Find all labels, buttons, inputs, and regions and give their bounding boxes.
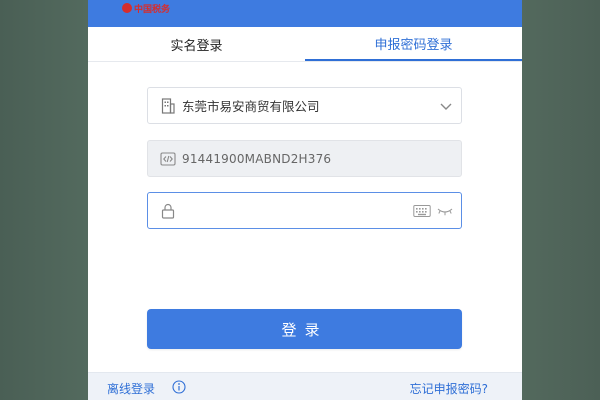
tab-real-name-login[interactable]: 实名登录 xyxy=(88,27,305,61)
password-input[interactable] xyxy=(182,194,413,227)
company-name: 东莞市易安商贸有限公司 xyxy=(182,99,320,114)
keyboard-icon[interactable] xyxy=(413,204,431,218)
tab-declaration-password-login[interactable]: 申报密码登录 xyxy=(305,27,522,61)
emblem-icon xyxy=(122,3,132,13)
chevron-down-icon[interactable] xyxy=(439,99,453,113)
offline-login-link[interactable]: 离线登录 xyxy=(107,380,155,397)
password-field[interactable] xyxy=(147,192,462,229)
code-icon xyxy=(160,151,176,167)
login-panel: 中国税务 实名登录 申报密码登录 东莞市易安商贸有限公司 91441900MAB… xyxy=(88,0,522,400)
background-right xyxy=(522,0,600,400)
tax-code-field: 91441900MABND2H376 xyxy=(147,140,462,177)
forgot-password-link[interactable]: 忘记申报密码? xyxy=(410,380,488,397)
login-tabs: 实名登录 申报密码登录 xyxy=(88,27,522,62)
logo-text: 中国税务 xyxy=(134,4,171,15)
footer-bar: 离线登录 忘记申报密码? xyxy=(88,372,522,400)
header-bar: 中国税务 xyxy=(88,0,522,27)
tax-code-value: 91441900MABND2H376 xyxy=(182,151,332,166)
info-icon[interactable] xyxy=(172,380,186,394)
building-icon xyxy=(160,97,176,114)
tax-logo: 中国税务 xyxy=(122,0,170,16)
company-select[interactable]: 东莞市易安商贸有限公司 xyxy=(147,87,462,124)
background-left xyxy=(0,0,88,400)
login-button[interactable]: 登录 xyxy=(147,309,462,349)
eye-closed-icon[interactable] xyxy=(437,205,453,217)
lock-icon xyxy=(160,203,176,219)
